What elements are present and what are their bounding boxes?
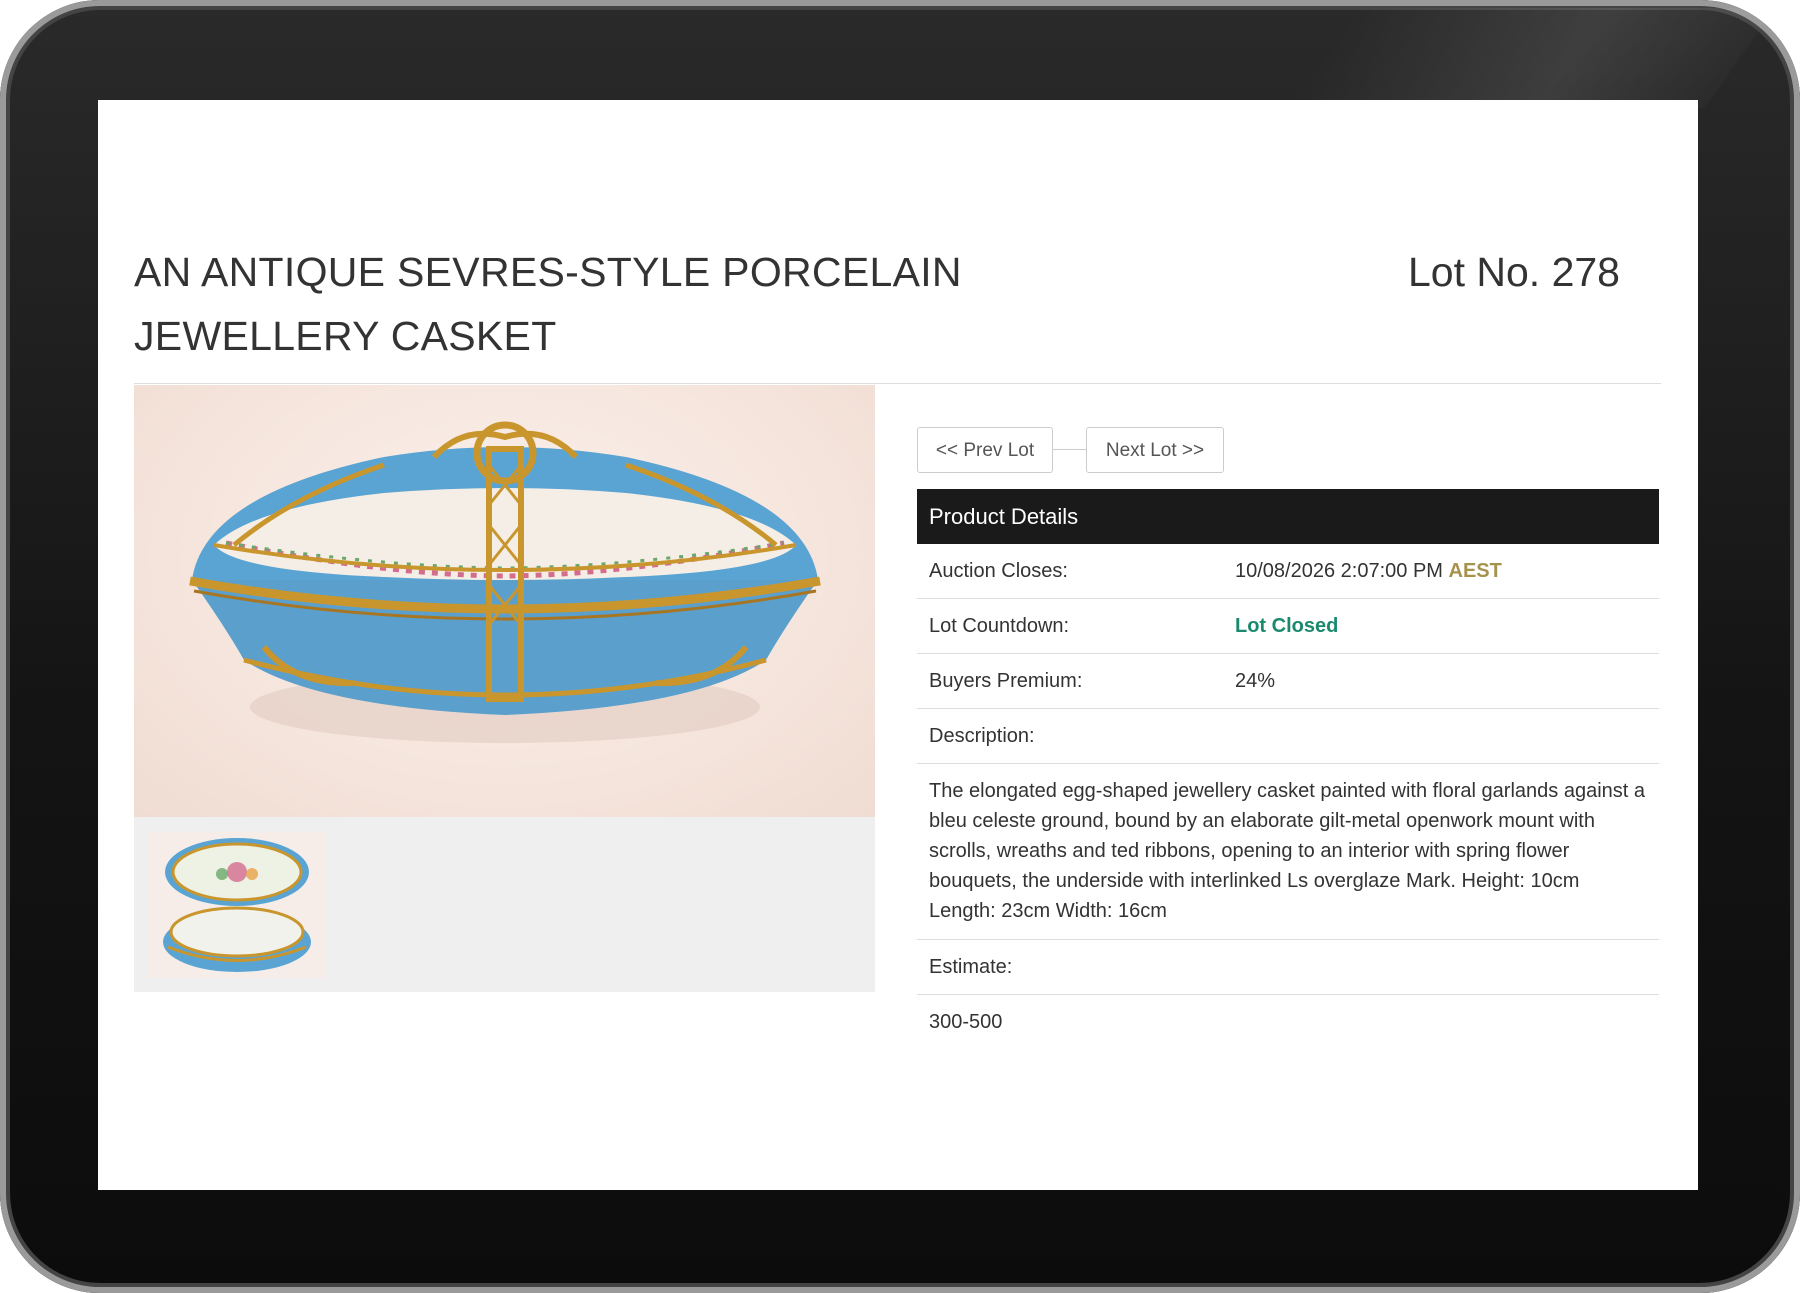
- prev-lot-button[interactable]: << Prev Lot: [917, 427, 1053, 473]
- browser-viewport: AN ANTIQUE SEVRES-STYLE PORCELAIN JEWELL…: [98, 100, 1698, 1190]
- header-divider: [134, 383, 1661, 384]
- description-text: The elongated egg-shaped jewellery caske…: [917, 764, 1659, 940]
- timezone-badge: AEST: [1448, 560, 1502, 582]
- auction-closes-datetime: 10/08/2026 2:07:00 PM: [1235, 560, 1443, 582]
- screen-glare: [1284, 8, 1776, 108]
- auction-closes-row: Auction Closes: 10/08/2026 2:07:00 PM AE…: [917, 544, 1659, 599]
- next-lot-button[interactable]: Next Lot >>: [1086, 427, 1224, 473]
- tablet-frame: AN ANTIQUE SEVRES-STYLE PORCELAIN JEWELL…: [0, 0, 1800, 1293]
- lot-countdown-row: Lot Countdown: Lot Closed: [917, 599, 1659, 654]
- buyers-premium-row: Buyers Premium: 24%: [917, 654, 1659, 709]
- product-details: Product Details Auction Closes: 10/08/20…: [917, 489, 1659, 1050]
- lot-status: Lot Closed: [1235, 615, 1339, 637]
- lot-title: AN ANTIQUE SEVRES-STYLE PORCELAIN JEWELL…: [134, 249, 962, 359]
- description-label-row: Description:: [917, 709, 1659, 764]
- estimate-label-row: Estimate:: [917, 940, 1659, 995]
- description-label: Description:: [929, 725, 1035, 747]
- auction-closes-label: Auction Closes:: [929, 560, 1068, 582]
- lot-countdown-label: Lot Countdown:: [929, 615, 1070, 637]
- estimate-value: 300-500: [929, 1011, 1003, 1033]
- buyers-premium-value: 24%: [1235, 670, 1276, 692]
- lot-number: Lot No. 278: [1408, 249, 1620, 295]
- gallery-thumbnail[interactable]: [148, 832, 326, 978]
- estimate-label: Estimate:: [929, 956, 1013, 978]
- porcelain-casket-photo: [189, 421, 821, 743]
- buyers-premium-label: Buyers Premium:: [929, 670, 1083, 692]
- image-gallery: [134, 385, 875, 992]
- open-casket-photo: [163, 838, 311, 972]
- main-product-image[interactable]: [134, 385, 875, 817]
- nav-connector: [1053, 427, 1086, 450]
- product-details-header: Product Details: [917, 489, 1659, 544]
- auction-closes-value: 10/08/2026 2:07:00 PM AEST: [1235, 544, 1502, 599]
